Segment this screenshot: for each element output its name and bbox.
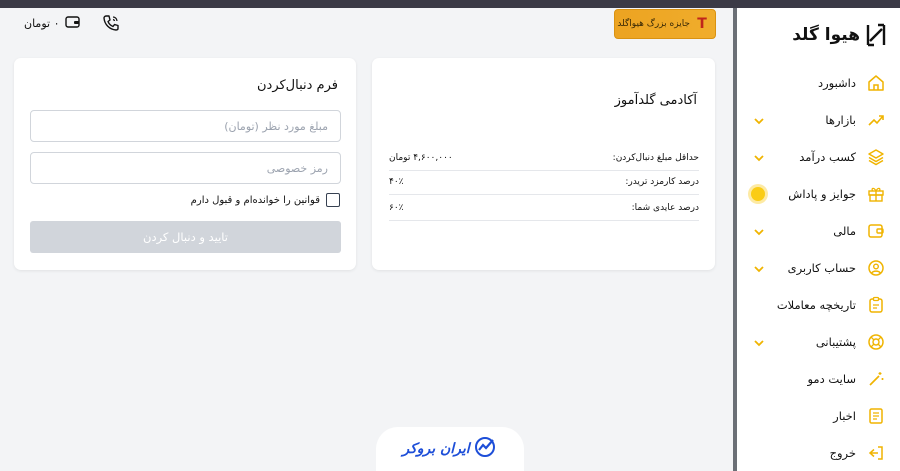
- wallet-balance[interactable]: ۰ تومان: [24, 14, 81, 33]
- info-value: ۴۰٪: [389, 176, 404, 187]
- wallet-icon: [65, 14, 81, 33]
- sidebar-item-label: پشتیبانی: [815, 335, 856, 349]
- sidebar-item-label: سایت دمو: [807, 372, 856, 386]
- sidebar-item-label: بازارها: [825, 113, 856, 127]
- sidebar-item-earn[interactable]: کسب درآمد: [737, 142, 900, 172]
- magic-wand-icon: [866, 369, 886, 389]
- sidebar-item-support[interactable]: پشتیبانی: [737, 327, 900, 357]
- clipboard-icon: [866, 295, 886, 315]
- academy-info-card: آکادمی گلدآموز حداقل مبلغ دنبال‌کردن: ۴,…: [372, 58, 715, 270]
- chevron-down-icon[interactable]: [752, 335, 766, 349]
- logout-icon: [866, 443, 886, 463]
- sidebar-item-trade-history[interactable]: تاریخچه معاملات: [737, 290, 900, 320]
- home-icon: [866, 73, 886, 93]
- brand-logo[interactable]: هیوا گلد: [792, 23, 886, 47]
- private-password-input[interactable]: [30, 152, 341, 184]
- sidebar-item-label: حساب کاربری: [787, 261, 856, 275]
- terms-label: قوانین را خوانده‌ام و قبول دارم: [190, 194, 320, 206]
- sidebar-item-news[interactable]: اخبار: [737, 401, 900, 431]
- info-row-trader-fee: درصد کارمزد تریدر: ۴۰٪: [389, 169, 699, 195]
- sidebar-item-account[interactable]: حساب کاربری: [737, 253, 900, 283]
- logo-text: هیوا گلد: [792, 25, 860, 45]
- trend-icon: [866, 110, 886, 130]
- chevron-down-icon[interactable]: [752, 113, 766, 127]
- grand-prize-button[interactable]: جایزه بزرگ هیواگلد T: [614, 9, 716, 39]
- user-icon: [866, 258, 886, 278]
- info-label: درصد عایدی شما:: [631, 202, 699, 213]
- sidebar-item-rewards[interactable]: جوایز و پاداش: [737, 179, 900, 209]
- chevron-down-icon[interactable]: [752, 261, 766, 275]
- sidebar: هیوا گلد داشبورد بازارها کسب درآمد جوایز…: [733, 8, 900, 471]
- form-title: فرم دنبال‌کردن: [256, 78, 338, 93]
- sidebar-item-demo-site[interactable]: سایت دمو: [737, 364, 900, 394]
- info-row-min-amount: حداقل مبلغ دنبال‌کردن: ۴,۶۰۰,۰۰۰ تومان: [389, 145, 699, 171]
- lifebuoy-icon: [866, 332, 886, 352]
- chevron-down-icon[interactable]: [752, 150, 766, 164]
- sidebar-item-label: داشبورد: [817, 76, 856, 90]
- brand-chart-icon: [474, 436, 498, 462]
- sidebar-item-label: خروج: [829, 446, 856, 460]
- academy-title: آکادمی گلدآموز: [614, 93, 697, 108]
- iran-broker-brand[interactable]: ایران بروکر: [376, 427, 524, 471]
- window-topbar: [0, 0, 900, 8]
- info-value: ۶۰٪: [389, 202, 404, 213]
- wallet-balance-text: ۰ تومان: [24, 17, 60, 30]
- sidebar-item-logout[interactable]: خروج: [737, 438, 900, 468]
- sidebar-item-dashboard[interactable]: داشبورد: [737, 68, 900, 98]
- newspaper-icon: [866, 406, 886, 426]
- info-row-your-share: درصد عایدی شما: ۶۰٪: [389, 195, 699, 221]
- notification-dot: [751, 187, 765, 201]
- amount-input[interactable]: [30, 110, 341, 142]
- sidebar-item-label: کسب درآمد: [799, 150, 856, 164]
- sidebar-item-label: اخبار: [833, 409, 856, 423]
- info-value: ۴,۶۰۰,۰۰۰ تومان: [389, 152, 453, 163]
- wallet-icon: [866, 221, 886, 241]
- brand-text: ایران بروکر: [402, 441, 470, 457]
- confirm-follow-button[interactable]: تایید و دنبال کردن: [30, 221, 341, 253]
- info-label: حداقل مبلغ دنبال‌کردن:: [612, 152, 699, 163]
- sidebar-item-label: مالی: [833, 224, 856, 238]
- follow-form-card: فرم دنبال‌کردن قوانین را خوانده‌ام و قبو…: [14, 58, 356, 270]
- sidebar-item-label: جوایز و پاداش: [788, 187, 856, 201]
- sidebar-item-markets[interactable]: بازارها: [737, 105, 900, 135]
- sidebar-item-finance[interactable]: مالی: [737, 216, 900, 246]
- grand-prize-label: جایزه بزرگ هیواگلد: [617, 19, 690, 29]
- terms-checkbox-row[interactable]: قوانین را خوانده‌ام و قبول دارم: [191, 193, 340, 207]
- phone-icon[interactable]: [102, 14, 120, 36]
- info-label: درصد کارمزد تریدر:: [625, 176, 699, 187]
- terms-checkbox[interactable]: [326, 193, 340, 207]
- prize-badge-icon: T: [697, 16, 707, 32]
- gift-icon: [866, 184, 886, 204]
- layers-icon: [866, 147, 886, 167]
- chevron-down-icon[interactable]: [752, 224, 766, 238]
- logo-mark-icon: [866, 23, 886, 47]
- sidebar-item-label: تاریخچه معاملات: [776, 298, 856, 312]
